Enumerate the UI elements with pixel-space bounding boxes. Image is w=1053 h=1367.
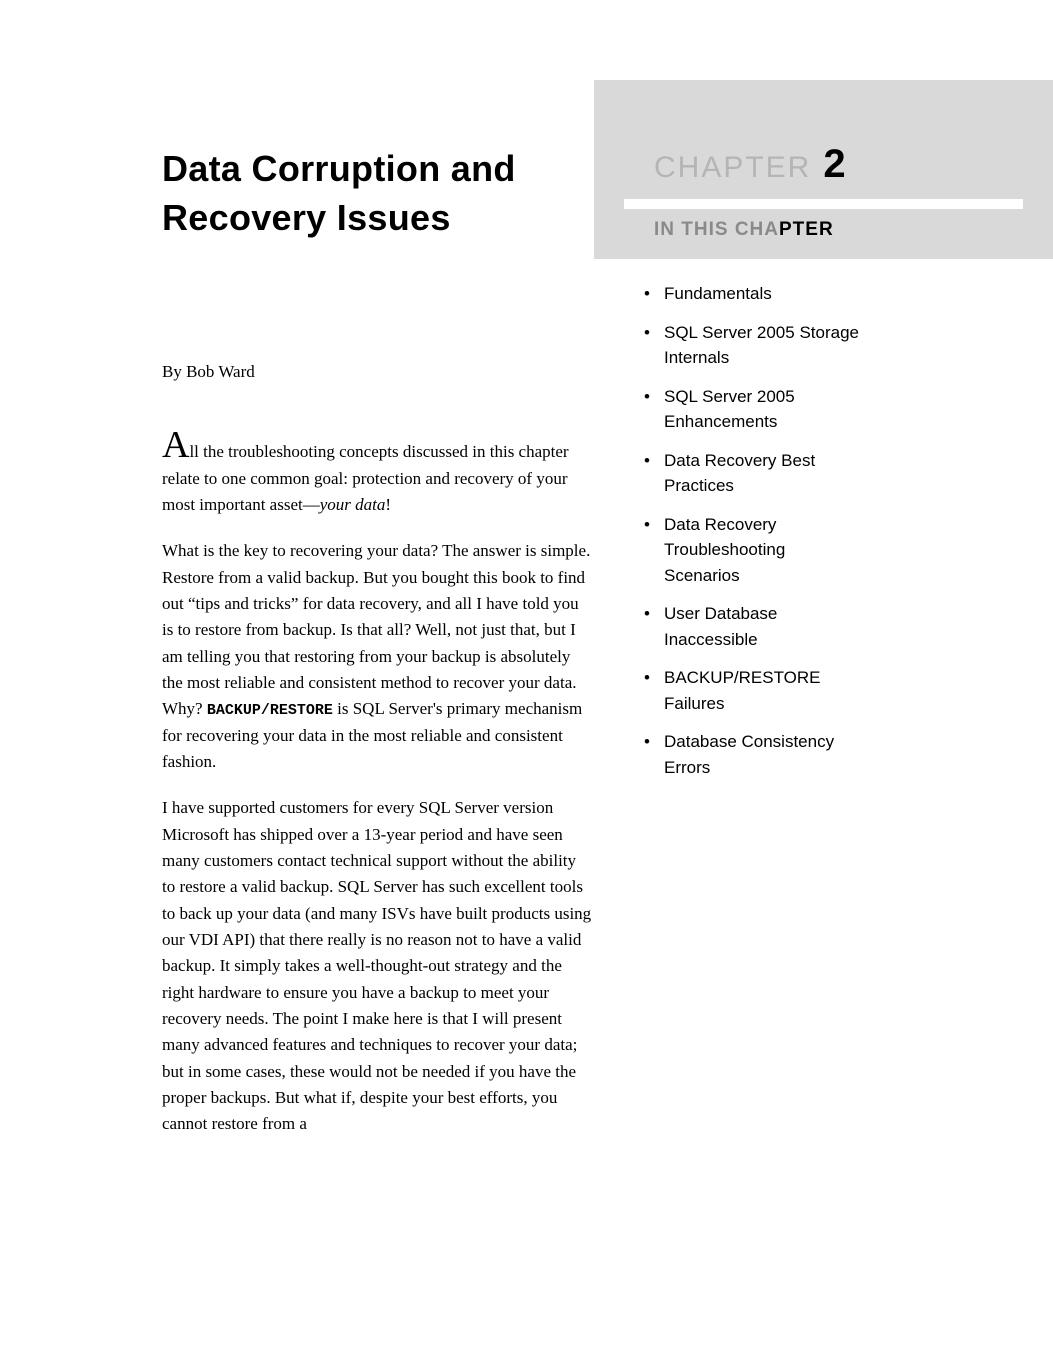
chapter-label: CHAPTER: [654, 151, 811, 185]
toc-item: SQL Server 2005 Storage Internals: [644, 320, 864, 371]
toc-item: Database Consistency Errors: [644, 729, 864, 780]
page-container: Data Corruption and Recovery Issues By B…: [0, 0, 1053, 1158]
in-this-chapter-heading: IN THIS CHAPTER: [624, 219, 1023, 241]
dropcap: A: [162, 424, 189, 466]
body-paragraph-3: I have supported customers for every SQL…: [162, 795, 592, 1137]
chapter-header-row: CHAPTER 2: [624, 142, 1023, 187]
sidebar: CHAPTER 2 IN THIS CHAPTER Fundamentals S…: [594, 80, 1053, 793]
p2-mono: BACKUP/RESTORE: [207, 702, 333, 719]
itc-prefix: IN THIS CHA: [654, 219, 779, 240]
toc-list: Fundamentals SQL Server 2005 Storage Int…: [594, 259, 904, 780]
toc-item: Data Recovery Best Practices: [644, 448, 864, 499]
toc-item: SQL Server 2005 Enhancements: [644, 384, 864, 435]
toc-item: Fundamentals: [644, 281, 864, 307]
intro-text-end: !: [385, 495, 391, 514]
chapter-header-box: CHAPTER 2 IN THIS CHAPTER: [594, 80, 1053, 259]
byline: By Bob Ward: [162, 362, 592, 382]
itc-suffix: PTER: [779, 219, 834, 240]
toc-item: BACKUP/RESTORE Failures: [644, 665, 864, 716]
toc-item: User Database Inaccessible: [644, 601, 864, 652]
chapter-number: 2: [823, 142, 845, 186]
chapter-title: Data Corruption and Recovery Issues: [162, 145, 592, 242]
toc-item: Data Recovery Troubleshooting Scenarios: [644, 512, 864, 589]
body-paragraph-2: What is the key to recovering your data?…: [162, 538, 592, 775]
intro-em: your data: [320, 495, 386, 514]
intro-paragraph: All the troubleshooting concepts discuss…: [162, 430, 592, 518]
divider-line: [624, 199, 1023, 209]
main-column: Data Corruption and Recovery Issues By B…: [162, 145, 592, 1158]
p2-text-a: What is the key to recovering your data?…: [162, 541, 590, 718]
